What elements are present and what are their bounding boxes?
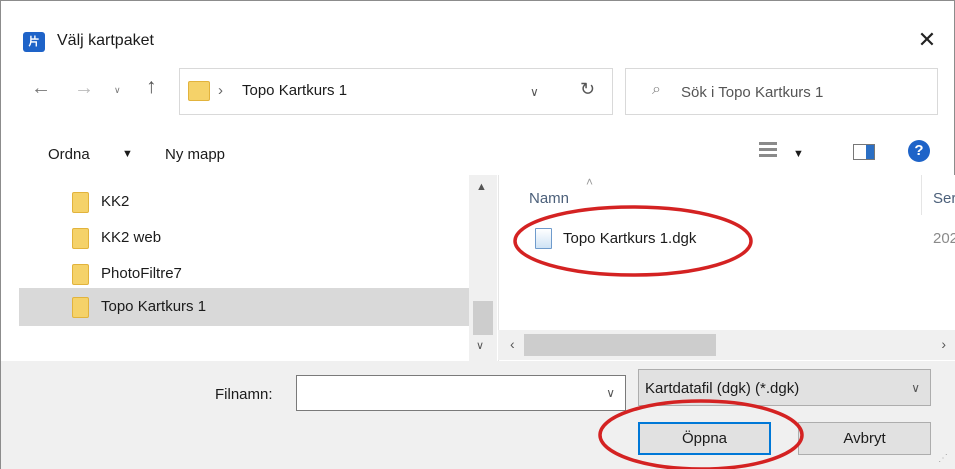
column-header-date[interactable]: Ser [933, 190, 955, 207]
file-open-dialog: 片 Välj kartpaket ✕ ← → ∨ ↑ › Topo Kartku… [0, 0, 955, 469]
filename-label: Filnamn: [215, 386, 273, 403]
file-list-item[interactable]: Topo Kartkurs 1.dgk [529, 225, 929, 255]
window-title: Välj kartpaket [57, 32, 154, 49]
scroll-right-icon[interactable]: › [941, 336, 946, 352]
sidebar-scrollbar[interactable]: ▲ ∨ [469, 175, 497, 361]
sidebar-item-kk2[interactable]: KK2 [19, 183, 471, 221]
title-bar: 片 Välj kartpaket ✕ [1, 1, 955, 61]
close-icon: ✕ [917, 27, 937, 52]
close-button[interactable]: ✕ [912, 25, 942, 55]
search-box[interactable]: ⌕ [625, 68, 938, 115]
command-bar [1, 127, 955, 173]
refresh-icon[interactable]: ↻ [580, 79, 595, 100]
file-date: 202 [933, 230, 955, 247]
folder-icon [72, 228, 89, 249]
filename-combobox[interactable]: ∨ [296, 375, 626, 411]
search-input[interactable] [681, 79, 921, 105]
open-button[interactable]: Öppna [638, 422, 771, 455]
scrollbar-thumb[interactable] [473, 301, 493, 335]
file-icon [535, 228, 552, 249]
cancel-button[interactable]: Avbryt [798, 422, 931, 455]
recent-locations-chevron-icon[interactable]: ∨ [114, 85, 121, 96]
help-icon[interactable]: ? [908, 140, 930, 162]
scroll-up-icon[interactable]: ▲ [476, 181, 487, 193]
new-folder-button[interactable]: Ny mapp [165, 146, 225, 163]
view-options-icon[interactable] [759, 142, 777, 160]
sidebar-item-label: KK2 web [101, 229, 162, 246]
column-header-name[interactable]: Namn [529, 190, 569, 207]
chevron-down-icon[interactable]: ∨ [911, 381, 920, 395]
app-icon: 片 [23, 32, 45, 52]
address-dropdown-icon[interactable]: ∨ [530, 85, 539, 99]
scroll-left-icon[interactable]: ‹ [510, 336, 515, 352]
file-name: Topo Kartkurs 1.dgk [563, 230, 697, 247]
sidebar-item-label: KK2 [101, 193, 130, 210]
sort-ascending-icon: ˄ [586, 175, 594, 189]
breadcrumb-path[interactable]: Topo Kartkurs 1 [242, 82, 347, 99]
filename-input[interactable] [301, 382, 591, 404]
scroll-down-icon[interactable]: ∨ [476, 339, 484, 352]
file-type-value: Kartdatafil (dgk) (*.dgk) [645, 380, 800, 397]
sidebar-item-topo-kartkurs-1[interactable]: Topo Kartkurs 1 [19, 288, 471, 326]
navigation-pane: KK2 KK2 web PhotoFiltre7 Topo Kartkurs 1 [19, 175, 497, 361]
folder-icon [72, 264, 89, 285]
sidebar-item-label: Topo Kartkurs 1 [101, 298, 207, 315]
sidebar-item-label: PhotoFiltre7 [101, 265, 182, 282]
forward-arrow-icon[interactable]: → [74, 77, 94, 100]
folder-icon [72, 192, 89, 213]
organize-menu-button[interactable]: Ordna [48, 146, 90, 163]
chevron-down-icon[interactable]: ∨ [606, 386, 615, 400]
breadcrumb-chevron-icon[interactable]: › [218, 82, 223, 99]
caret-down-icon[interactable]: ▼ [122, 148, 133, 160]
caret-down-icon[interactable]: ▼ [793, 148, 804, 160]
resize-grip-icon[interactable]: ⋰ [938, 453, 948, 464]
up-arrow-icon[interactable]: ↑ [146, 75, 157, 99]
preview-pane-icon[interactable] [853, 144, 875, 160]
folder-icon [188, 81, 210, 101]
address-bar[interactable]: › Topo Kartkurs 1 ∨ ↻ [179, 68, 613, 115]
file-type-select[interactable]: Kartdatafil (dgk) (*.dgk) ∨ [638, 369, 931, 406]
back-arrow-icon[interactable]: ← [31, 77, 51, 100]
search-icon: ⌕ [652, 81, 661, 98]
scrollbar-thumb[interactable] [524, 334, 716, 356]
horizontal-scrollbar[interactable]: ‹ › [498, 330, 955, 360]
sidebar-item-kk2-web[interactable]: KK2 web [19, 219, 471, 257]
column-divider[interactable] [921, 175, 922, 215]
folder-icon [72, 297, 89, 318]
